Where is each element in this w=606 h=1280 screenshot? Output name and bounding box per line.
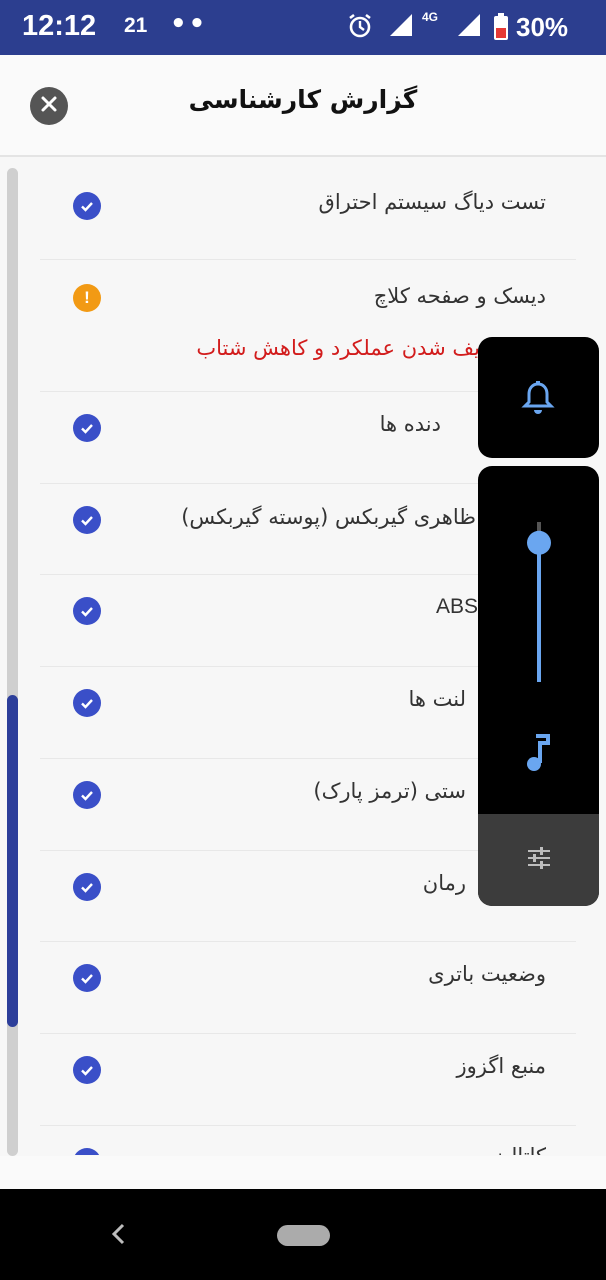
volume-panel xyxy=(478,466,599,906)
item-label: لنت ها xyxy=(408,687,466,711)
back-chevron-icon[interactable] xyxy=(108,1219,128,1253)
check-icon xyxy=(73,1056,101,1084)
item-label: تست دیاگ سیستم احتراق xyxy=(318,190,546,214)
list-item[interactable]: منبع اگزوز xyxy=(40,1034,576,1126)
sliders-icon xyxy=(526,845,552,875)
list-item[interactable]: تست دیاگ سیستم احتراق xyxy=(40,160,576,260)
check-icon xyxy=(73,414,101,442)
item-label: ABS xyxy=(435,595,478,618)
notification-count: 21 xyxy=(124,14,148,37)
status-bar: 12:12 21 •• 4G 30% xyxy=(0,0,606,55)
system-nav-bar xyxy=(0,1189,606,1280)
check-icon xyxy=(73,192,101,220)
check-icon xyxy=(73,506,101,534)
item-label: دیسک و صفحه کلاچ xyxy=(373,284,546,308)
battery-low-icon xyxy=(493,13,509,45)
check-icon xyxy=(73,689,101,717)
warning-icon: ! xyxy=(73,284,101,312)
page-title: گزارش کارشناسی xyxy=(188,85,418,114)
signal-icon xyxy=(388,12,414,42)
ringer-mode-button[interactable] xyxy=(478,337,599,458)
list-item[interactable]: کاتالیزور xyxy=(40,1126,576,1155)
signal-icon xyxy=(456,12,482,42)
check-icon xyxy=(73,597,101,625)
scrollbar-thumb[interactable] xyxy=(7,695,18,1027)
item-label: وضعیت باتری xyxy=(428,962,546,986)
network-type: 4G xyxy=(422,10,439,24)
check-icon xyxy=(73,781,101,809)
list-item[interactable]: وضعیت باتری xyxy=(40,942,576,1034)
volume-slider[interactable] xyxy=(478,516,599,756)
battery-percent: 30% xyxy=(516,12,569,42)
check-icon xyxy=(73,1148,101,1155)
check-icon xyxy=(73,873,101,901)
sound-settings-button[interactable] xyxy=(478,814,599,906)
home-pill-icon[interactable] xyxy=(277,1225,330,1246)
item-label: ستی (ترمز پارک) xyxy=(313,779,466,803)
music-note-icon xyxy=(524,734,552,776)
item-label: دنده ها xyxy=(379,412,441,436)
more-notifications-dots: •• xyxy=(170,9,208,39)
volume-slider-thumb[interactable] xyxy=(527,530,551,555)
list-footer-spacer xyxy=(0,1156,606,1189)
status-time: 12:12 xyxy=(22,10,97,42)
item-label: منبع اگزوز xyxy=(456,1054,546,1078)
alarm-icon xyxy=(346,12,374,44)
item-label: ظاهری گیربکس (پوسته گیربکس) xyxy=(181,505,476,529)
item-warning-note: یف شدن عملکرد و کاهش شتاب xyxy=(196,336,480,360)
check-icon xyxy=(73,964,101,992)
item-label: رمان xyxy=(422,871,466,895)
app-header: گزارش کارشناسی xyxy=(0,55,606,157)
item-label: کاتالیزور xyxy=(473,1144,546,1155)
bell-icon xyxy=(521,380,555,420)
